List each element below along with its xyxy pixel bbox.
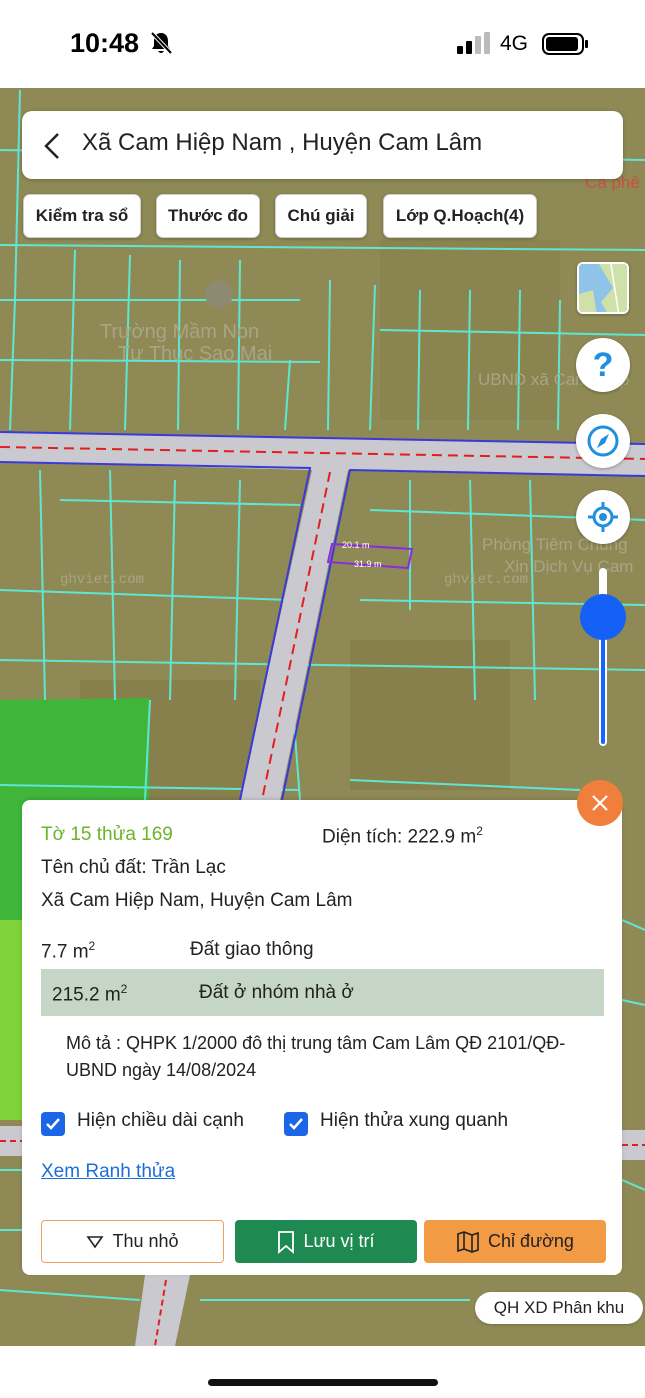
bookmark-icon xyxy=(278,1230,295,1254)
chip-legend[interactable]: Chú giải xyxy=(275,194,367,238)
shrink-button[interactable]: Thu nhỏ xyxy=(41,1220,224,1263)
land-use-area-2-sup: 2 xyxy=(120,982,128,996)
checkbox-show-edge-lengths[interactable] xyxy=(41,1112,65,1136)
checkbox-show-neighbors[interactable] xyxy=(284,1112,308,1136)
parcel-id: Tờ 15 thửa 169 xyxy=(41,824,173,845)
watermark-right: ghviet.com xyxy=(444,572,528,588)
help-button[interactable]: ? xyxy=(576,338,630,392)
location-title: Xã Cam Hiệp Nam , Huyện Cam Lâm xyxy=(82,129,483,156)
map-layer-thumbnail[interactable] xyxy=(577,262,629,314)
chip-ruler[interactable]: Thước đo xyxy=(156,194,260,238)
close-icon xyxy=(592,795,608,811)
planning-description: Mô tả : QHPK 1/2000 đô thị trung tâm Cam… xyxy=(66,1033,566,1080)
parcel-area-value: Diện tích: 222.9 m xyxy=(322,826,477,848)
school-label: Trường Mầm Non xyxy=(100,321,259,343)
parcel-area-unit-sup: 2 xyxy=(476,824,483,838)
satellite-map-icon xyxy=(579,264,627,312)
land-use-type-2: Đất ở nhóm nhà ở xyxy=(199,982,354,1003)
home-indicator[interactable] xyxy=(208,1379,438,1386)
compass-icon xyxy=(587,425,619,457)
land-use-area-1-sup: 2 xyxy=(88,939,96,953)
land-use-area-1-value: 7.7 m xyxy=(41,941,89,963)
planning-type-badge[interactable]: QH XD Phân khu xyxy=(475,1292,643,1324)
checkmark-icon xyxy=(289,1118,303,1130)
parcel-edge-bottom-label: 31.9 m xyxy=(354,559,382,569)
signal-icon xyxy=(457,32,490,54)
checkmark-icon xyxy=(46,1118,60,1130)
status-bar: 10:48 4G xyxy=(0,0,645,88)
checkbox-show-neighbors-label[interactable]: Hiện thửa xung quanh xyxy=(320,1110,508,1132)
directions-label: Chỉ đường xyxy=(488,1231,574,1251)
map-icon xyxy=(457,1230,479,1253)
owner-name: Tên chủ đất: Trần Lạc xyxy=(41,857,226,878)
shrink-button-label: Thu nhỏ xyxy=(112,1231,179,1251)
zoom-slider-thumb[interactable] xyxy=(580,594,626,640)
directions-button[interactable]: Chỉ đường xyxy=(424,1220,606,1263)
school-poi-icon xyxy=(205,280,233,308)
land-use-area-2: 215.2 m2 xyxy=(52,982,127,1006)
school-label-2: Tư Thục Sao Mai xyxy=(118,343,272,365)
back-chevron-icon[interactable] xyxy=(40,130,66,162)
network-type: 4G xyxy=(500,32,529,55)
bell-off-icon xyxy=(150,31,172,55)
battery-icon xyxy=(542,33,588,55)
land-use-area-1: 7.7 m2 xyxy=(41,939,95,963)
light-green-zone xyxy=(0,920,22,1120)
status-time: 10:48 xyxy=(70,28,140,58)
watermark-left: ghviet.com xyxy=(60,572,144,588)
parcel-address: Xã Cam Hiệp Nam, Huyện Cam Lâm xyxy=(41,890,353,911)
close-panel-button[interactable] xyxy=(577,780,623,826)
locate-icon xyxy=(588,502,618,532)
help-icon: ? xyxy=(592,345,614,384)
triangle-down-icon xyxy=(86,1235,105,1248)
land-use-area-2-value: 215.2 m xyxy=(52,984,121,1006)
locate-button[interactable] xyxy=(576,490,630,544)
parcel-area: Diện tích: 222.9 m2 xyxy=(322,824,483,848)
land-use-type-1: Đất giao thông xyxy=(190,939,314,960)
compass-button[interactable] xyxy=(576,414,630,468)
checkbox-show-edge-lengths-label[interactable]: Hiện chiều dài cạnh xyxy=(77,1110,244,1132)
chip-planning-layer[interactable]: Lớp Q.Hoạch(4) xyxy=(383,194,537,238)
chip-check-book[interactable]: Kiểm tra sổ xyxy=(23,194,141,238)
parcel-edge-top-label: 20.1 m xyxy=(342,540,370,550)
view-parcel-boundary-link[interactable]: Xem Ranh thửa xyxy=(41,1161,175,1183)
save-location-button[interactable]: Lưu vị trí xyxy=(235,1220,417,1263)
save-location-label: Lưu vị trí xyxy=(303,1231,375,1251)
